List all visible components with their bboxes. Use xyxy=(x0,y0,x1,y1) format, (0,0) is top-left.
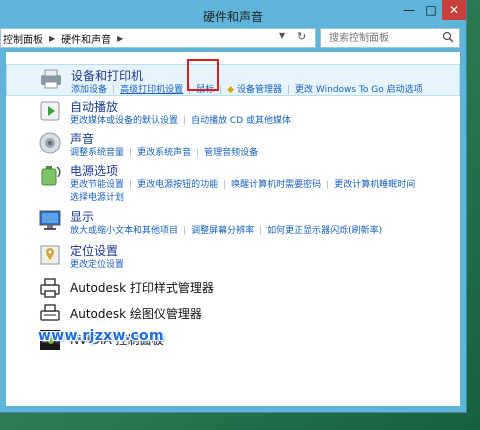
maximize-button[interactable]: □ xyxy=(420,0,442,20)
category-links: 调整系统音量 | 更改系统声音 | 管理音频设备 xyxy=(70,148,259,158)
search-input[interactable] xyxy=(327,29,441,47)
item-autodesk-print-style[interactable]: Autodesk 打印样式管理器 xyxy=(6,274,460,300)
category-links-row2: 选择电源计划 xyxy=(70,190,124,203)
link-fix-flicker[interactable]: 如何更正显示器闪烁(刷新率) xyxy=(267,226,382,236)
link-windows-to-go[interactable]: 更改 Windows To Go 启动选项 xyxy=(295,85,423,95)
link-zoom-text[interactable]: 放大或缩小文本和其他项目 xyxy=(70,226,178,236)
category-power: 电源选项 更改节能设置 | 更改电源按钮的功能 | 唤醒计算机时需要密码 | 更改计算机睡眠… xyxy=(6,160,460,204)
link-advanced-printer-settings[interactable]: 高级打印机设置 xyxy=(120,85,183,95)
breadcrumb-separator-icon[interactable]: ▶ xyxy=(45,34,59,43)
autoplay-icon xyxy=(40,101,60,121)
category-links: 更改定位设置 xyxy=(70,257,124,270)
address-bar[interactable]: 控制面板 ▶ 硬件和声音 ▶ ▼ ↻ xyxy=(0,28,316,48)
plotter-icon xyxy=(40,304,60,321)
refresh-icon[interactable]: ↻ xyxy=(297,30,306,43)
breadcrumb-control-panel[interactable]: 控制面板 xyxy=(1,31,45,46)
address-dropdown-icon[interactable]: ▼ xyxy=(279,31,285,40)
link-power-button[interactable]: 更改电源按钮的功能 xyxy=(137,180,218,190)
speaker-icon xyxy=(39,132,61,154)
item-autodesk-plotter[interactable]: Autodesk 绘图仪管理器 xyxy=(6,300,460,326)
category-devices-printers: 设备和打印机 添加设备 | 高级打印机设置 | 鼠标 | ◆ 设备管理器 | 更改 Window… xyxy=(6,59,460,96)
link-change-location-settings[interactable]: 更改定位设置 xyxy=(70,260,124,270)
category-autoplay: 自动播放 更改媒体或设备的默认设置 | 自动播放 CD 或其他媒体 xyxy=(6,96,460,126)
link-manage-audio-devices[interactable]: 管理音频设备 xyxy=(204,148,258,158)
close-button[interactable]: ✕ xyxy=(442,0,466,20)
minimize-button[interactable]: — xyxy=(398,0,420,20)
link-default-media-settings[interactable]: 更改媒体或设备的默认设置 xyxy=(70,116,178,126)
item-title[interactable]: Autodesk 打印样式管理器 xyxy=(70,279,214,296)
search-icon[interactable] xyxy=(442,31,454,43)
category-links: 更改节能设置 | 更改电源按钮的功能 | 唤醒计算机时需要密码 | 更改计算机睡眠时间 xyxy=(70,180,416,190)
link-wake-password[interactable]: 唤醒计算机时需要密码 xyxy=(231,180,321,190)
address-row: 控制面板 ▶ 硬件和声音 ▶ ▼ ↻ xyxy=(0,28,466,48)
title-bar[interactable]: 硬件和声音 — □ ✕ xyxy=(0,0,466,28)
category-links: 添加设备 | 高级打印机设置 | 鼠标 | ◆ 设备管理器 | 更改 Windows To Go… xyxy=(71,85,423,95)
category-display: 显示 放大或缩小文本和其他项目 | 调整屏幕分辨率 | 如何更正显示器闪烁(刷新率) xyxy=(6,206,460,238)
location-icon xyxy=(40,245,60,265)
printer-devices-icon xyxy=(41,69,61,89)
search-box xyxy=(320,28,460,48)
category-links: 更改媒体或设备的默认设置 | 自动播放 CD 或其他媒体 xyxy=(70,116,291,126)
shield-icon: ◆ xyxy=(227,85,235,95)
link-adjust-volume[interactable]: 调整系统音量 xyxy=(70,148,124,158)
link-device-manager[interactable]: 设备管理器 xyxy=(237,85,282,95)
link-add-device[interactable]: 添加设备 xyxy=(71,85,107,95)
breadcrumb-separator-icon[interactable]: ▶ xyxy=(113,34,127,43)
category-location: 定位设置 更改定位设置 xyxy=(6,240,460,272)
breadcrumb-hardware-sound[interactable]: 硬件和声音 xyxy=(59,31,113,46)
power-battery-icon xyxy=(41,166,61,186)
category-links: 放大或缩小文本和其他项目 | 调整屏幕分辨率 | 如何更正显示器闪烁(刷新率) xyxy=(70,226,383,236)
link-choose-power-plan[interactable]: 选择电源计划 xyxy=(70,193,124,203)
category-sound: 声音 调整系统音量 | 更改系统声音 | 管理音频设备 xyxy=(6,128,460,158)
watermark-text: www.rjzxw.com xyxy=(38,328,164,344)
link-screen-resolution[interactable]: 调整屏幕分辨率 xyxy=(191,226,254,236)
window-title: 硬件和声音 xyxy=(202,10,263,24)
monitor-icon xyxy=(39,210,61,230)
highlight-box xyxy=(187,59,219,91)
control-panel-window: 硬件和声音 — □ ✕ 控制面板 ▶ 硬件和声音 ▶ ▼ ↻ 搜索控制面板 设备… xyxy=(0,0,467,413)
content-pane: 设备和打印机 添加设备 | 高级打印机设置 | 鼠标 | ◆ 设备管理器 | 更改 Window… xyxy=(6,52,460,406)
item-title[interactable]: Autodesk 绘图仪管理器 xyxy=(70,305,202,322)
link-autoplay-cd[interactable]: 自动播放 CD 或其他媒体 xyxy=(191,116,291,126)
link-change-system-sounds[interactable]: 更改系统声音 xyxy=(137,148,191,158)
link-power-saving[interactable]: 更改节能设置 xyxy=(70,180,124,190)
printer-icon xyxy=(40,278,60,298)
link-sleep-time[interactable]: 更改计算机睡眠时间 xyxy=(334,180,415,190)
